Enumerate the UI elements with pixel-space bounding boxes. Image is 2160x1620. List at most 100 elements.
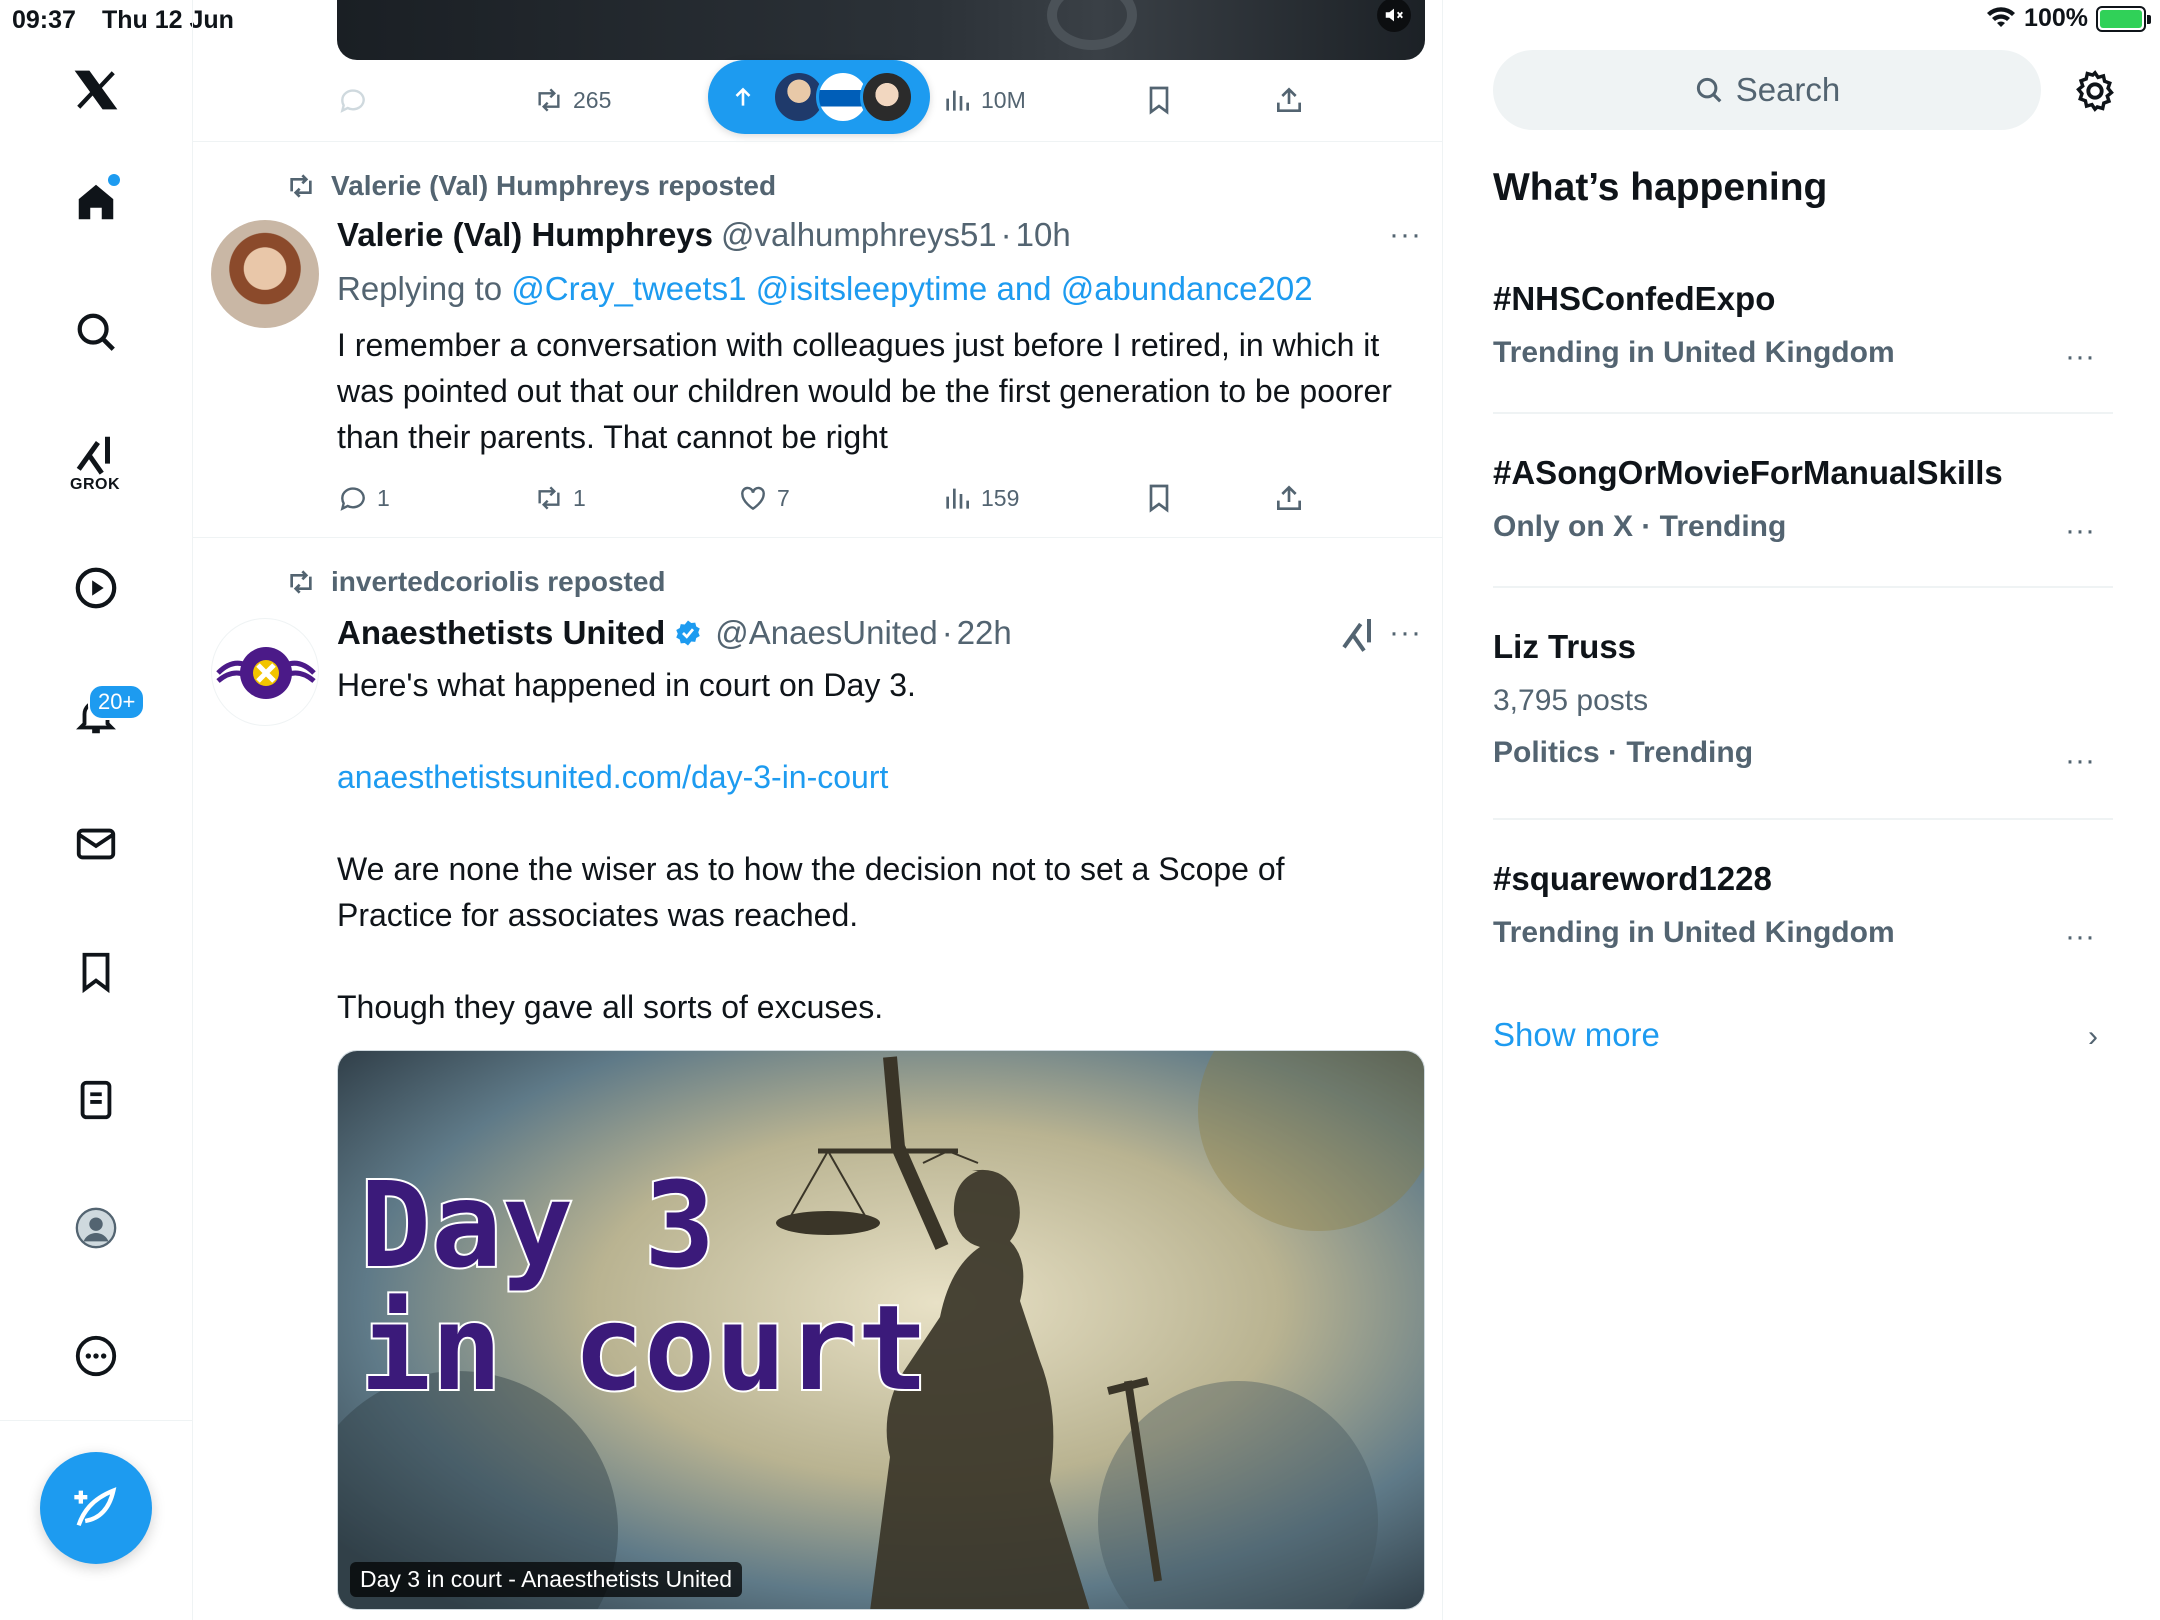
- trend-item[interactable]: Liz Truss 3,795 posts Politics · Trendin…: [1493, 628, 2113, 777]
- header-separator: ·: [941, 614, 953, 651]
- share-icon: [1277, 485, 1301, 510]
- post-text-line: Here's what happened in court on Day 3.: [337, 667, 916, 703]
- search-icon: [1696, 77, 1722, 103]
- repost-label: invertedcoriolis reposted: [331, 566, 666, 597]
- post-text-line: We are none the wiser as to how the deci…: [337, 851, 1285, 933]
- search-placeholder: Search: [1735, 71, 1841, 108]
- like-count: 7: [777, 484, 790, 511]
- author-avatar[interactable]: [211, 618, 319, 726]
- new-posts-pill[interactable]: [708, 60, 930, 134]
- bookmarks-icon[interactable]: [66, 942, 126, 1002]
- post-more-button[interactable]: ···: [1389, 218, 1422, 252]
- mention-link[interactable]: @Cray_tweets1: [511, 270, 746, 307]
- bookmark-icon: [1149, 484, 1169, 513]
- previous-post-video[interactable]: [337, 0, 1425, 60]
- author-name[interactable]: Anaesthetists United: [337, 614, 665, 652]
- repost-button[interactable]: 1: [533, 476, 586, 520]
- views-button[interactable]: 10M: [941, 78, 1026, 122]
- trend-post-count: 3,795 posts: [1493, 684, 1649, 717]
- more-icon[interactable]: [66, 1326, 126, 1386]
- trend-more-button[interactable]: ···: [2065, 514, 2095, 548]
- grok-label: GROK: [70, 476, 120, 493]
- post-image[interactable]: Day 3 in court Day 3 in court - Anaesthe…: [337, 1050, 1425, 1610]
- bookmark-icon: [1149, 86, 1169, 115]
- trend-divider: [1493, 586, 2113, 588]
- post-time[interactable]: 10h: [1016, 216, 1071, 254]
- reply-context: Replying to @Cray_tweets1 @isitsleepytim…: [337, 266, 1397, 312]
- repost-icon: [290, 174, 312, 198]
- repost-icon: [538, 88, 560, 112]
- video-icon[interactable]: [66, 558, 126, 618]
- repost-indicator[interactable]: Valerie (Val) Humphreys reposted: [285, 170, 776, 202]
- compose-post-button[interactable]: [40, 1452, 152, 1564]
- gear-icon[interactable]: [2072, 68, 2118, 114]
- author-handle[interactable]: @AnaesUnited: [715, 614, 937, 652]
- search-icon[interactable]: [66, 302, 126, 362]
- trend-more-button[interactable]: ···: [2065, 340, 2095, 374]
- trend-name: #NHSConfedExpo: [1493, 280, 1776, 317]
- mute-icon[interactable]: [1377, 0, 1411, 32]
- like-button[interactable]: 7: [737, 476, 790, 520]
- trend-item[interactable]: #ASongOrMovieForManualSkills Only on X ·…: [1493, 454, 2113, 547]
- repost-button[interactable]: 265: [533, 78, 611, 122]
- trend-more-button[interactable]: ···: [2065, 744, 2095, 778]
- whats-happening-title: What’s happening: [1493, 166, 1828, 209]
- views-icon: [946, 90, 969, 111]
- author-name[interactable]: Valerie (Val) Humphreys: [337, 216, 713, 254]
- repost-indicator[interactable]: invertedcoriolis reposted: [285, 566, 666, 598]
- chevron-right-icon[interactable]: ›: [2088, 1020, 2098, 1054]
- bookmark-button[interactable]: [1143, 78, 1175, 122]
- heart-icon: [741, 486, 765, 511]
- author-handle[interactable]: @valhumphreys51: [721, 216, 997, 254]
- trend-item[interactable]: #NHSConfedExpo Trending in United Kingdo…: [1493, 280, 2113, 373]
- repost-icon: [290, 570, 312, 594]
- mention-and[interactable]: and: [996, 270, 1051, 307]
- compose-icon: [74, 1487, 117, 1527]
- search-input[interactable]: Search: [1493, 50, 2041, 130]
- battery-icon: [2096, 5, 2151, 32]
- trend-more-button[interactable]: ···: [2065, 920, 2095, 954]
- lists-icon[interactable]: [66, 1070, 126, 1130]
- reply-button[interactable]: 1: [337, 476, 390, 520]
- bookmark-button[interactable]: [1143, 476, 1175, 520]
- verified-badge-icon: [676, 620, 700, 646]
- grok-icon[interactable]: [66, 424, 126, 484]
- post-time[interactable]: 22h: [957, 614, 1012, 652]
- profile-icon[interactable]: [66, 1198, 126, 1258]
- views-icon: [946, 488, 969, 509]
- article-link[interactable]: anaesthetistsunited.com/day-3-in-court: [337, 754, 888, 800]
- post-header: Valerie (Val) Humphreys @valhumphreys51 …: [337, 216, 1071, 254]
- share-button[interactable]: [1273, 476, 1305, 520]
- views-count: 159: [981, 484, 1020, 511]
- anaesthetists-united-logo: [216, 647, 316, 699]
- views-count: 10M: [981, 86, 1026, 113]
- share-button[interactable]: [1273, 78, 1305, 122]
- notifications-badge: 20+: [88, 684, 146, 720]
- post-more-button[interactable]: ···: [1389, 616, 1422, 650]
- trend-meta: Trending in United Kingdom: [1493, 916, 1895, 949]
- author-avatar[interactable]: [211, 220, 319, 328]
- reply-button[interactable]: [337, 78, 369, 122]
- messages-icon[interactable]: [66, 814, 126, 874]
- status-indicators: 100%: [1986, 4, 2151, 33]
- replying-to-label: Replying to: [337, 270, 503, 307]
- video-frame-detail: [1047, 0, 1137, 50]
- trend-meta: Trending in United Kingdom: [1493, 336, 1895, 369]
- post-divider: [193, 141, 1442, 142]
- views-button[interactable]: 159: [941, 476, 1019, 520]
- home-unread-dot: [108, 174, 120, 186]
- trend-meta: Only on X · Trending: [1493, 510, 1787, 543]
- grok-explain-icon[interactable]: [1339, 614, 1379, 654]
- repost-icon: [538, 486, 560, 510]
- trend-meta: Politics · Trending: [1493, 736, 1754, 769]
- trend-item[interactable]: #squareword1228 Trending in United Kingd…: [1493, 860, 2113, 953]
- mention-link[interactable]: @isitsleepytime: [756, 270, 988, 307]
- mention-link[interactable]: @abundance202: [1061, 270, 1313, 307]
- left-nav: GROK 20+: [0, 0, 193, 1620]
- trend-name: #squareword1228: [1493, 860, 1772, 897]
- post-text: I remember a conversation with colleague…: [337, 327, 1392, 455]
- post-text-line: Though they gave all sorts of excuses.: [337, 989, 884, 1025]
- reply-icon: [340, 487, 365, 511]
- x-logo-icon[interactable]: [66, 60, 126, 120]
- show-more-link[interactable]: Show more: [1493, 1016, 1660, 1054]
